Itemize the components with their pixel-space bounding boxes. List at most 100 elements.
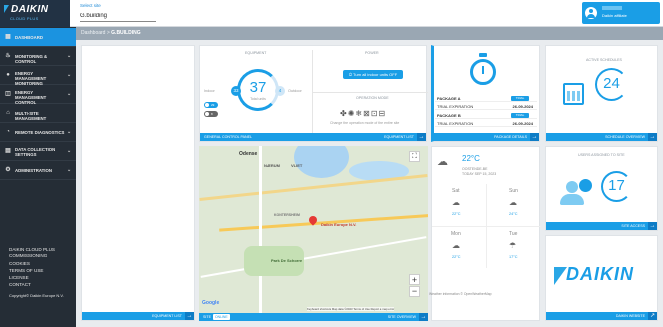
operation-mode-buttons: ✤✺❄⊠⊡⊟: [340, 109, 386, 118]
equipment-list-footer[interactable]: Equipment list →: [82, 312, 194, 320]
sidebar-item-label: Dashboard: [15, 35, 43, 40]
weather-date: TODAY SEP 15, 2023: [462, 172, 497, 176]
diagnostics-icon: ◔: [6, 129, 10, 135]
total-label: Total units: [250, 97, 266, 101]
site-access-link[interactable]: Site access: [621, 224, 645, 228]
day-name: Sat: [452, 188, 460, 194]
cloud-icon: ☁: [452, 241, 460, 250]
schedules-footer[interactable]: Schedule overview →: [546, 133, 657, 141]
turn-off-indoor-button[interactable]: ⏻ Turn all indoor units OFF: [343, 70, 403, 79]
indoor-label: Indoor: [204, 89, 215, 93]
sidebar-item-data-collection[interactable]: ▤ Data Collection Settings ⌄: [0, 142, 76, 161]
off-status-pill: 8 OFF: [204, 111, 218, 122]
footer-link-contact[interactable]: CONTACT: [9, 282, 31, 288]
equipment-list-link[interactable]: Equipment list: [384, 135, 414, 139]
package-b-row: PACKAGE B TRIAL: [435, 112, 537, 119]
expiry-label: TRIAL EXPIRATION: [437, 104, 474, 109]
dry-mode-icon[interactable]: ⊡: [371, 109, 379, 118]
data-icon: ▤: [5, 148, 11, 154]
day-name: Sun: [509, 188, 518, 194]
map-label: Park De Schorre: [271, 258, 303, 263]
site-select-input[interactable]: [80, 11, 156, 22]
top-bar: DAIKIN CLOUD PLUS Select site Daikin aff…: [0, 0, 663, 27]
logo-subtext: CLOUD PLUS: [10, 16, 39, 21]
zoom-out-button[interactable]: −: [409, 286, 420, 297]
map-attribution[interactable]: Keyboard shortcuts Map data ©2023 Terms …: [307, 307, 395, 311]
outdoor-label: Outdoor: [288, 89, 302, 93]
user-icon: [585, 7, 597, 19]
outdoor-count-badge: 4: [275, 86, 285, 96]
weather-place: OOSTENDE-BE: [462, 167, 488, 171]
users-count: 17: [608, 177, 625, 194]
footer-link-license[interactable]: LICENSE: [9, 275, 29, 281]
package-b-expiry-row: TRIAL EXPIRATION 26-09-2024: [435, 120, 537, 127]
arrow-right-icon[interactable]: →: [648, 222, 657, 230]
sidebar-item-remote-diagnostics[interactable]: ◔ Remote Diagnostics ⌄: [0, 123, 76, 142]
site-map[interactable]: Odense NÆRUM VLIET KONTERSHEIM Daikin Eu…: [199, 146, 428, 313]
logo-triangle-icon: [4, 5, 9, 13]
sidebar-item-label: Multi-Site Management: [15, 111, 47, 121]
road: [259, 146, 262, 313]
sidebar-item-label: Administration: [15, 168, 52, 173]
chevron-down-icon: ⌄: [67, 129, 72, 135]
fullscreen-icon[interactable]: ⛶: [409, 151, 420, 162]
day-temp: 24°C: [509, 212, 518, 216]
user-role: Daikin affiliate: [602, 13, 627, 18]
chevron-down-icon: ⌄: [67, 148, 72, 154]
cool-mode-icon[interactable]: ❄: [355, 109, 363, 118]
arrow-right-icon[interactable]: →: [530, 133, 539, 141]
general-control-panel-link[interactable]: General control panel: [204, 135, 252, 139]
copyright: Copyright© Daikin Europe N.V.: [9, 293, 64, 298]
sidebar-item-administration[interactable]: ⚙ Administration ⌄: [0, 161, 76, 180]
equipment-list-link[interactable]: Equipment list: [152, 314, 182, 318]
users-group-icon: [566, 181, 578, 193]
rain-icon: ☂: [509, 241, 517, 250]
logo-text: DAIKIN: [11, 4, 49, 15]
vent-mode-icon[interactable]: ⊟: [379, 109, 387, 118]
footer-link-commissioning[interactable]: DAIKIN CLOUD PLUS COMMISSIONING: [9, 247, 67, 259]
stopwatch-icon: [470, 59, 496, 85]
daikin-website-footer[interactable]: Daikin website ↗: [546, 312, 657, 320]
on-dot-icon: [205, 103, 209, 107]
arrow-right-icon[interactable]: →: [417, 133, 426, 141]
sidebar-item-multi-site[interactable]: ⌂ Multi-Site Management: [0, 104, 76, 123]
footer-link-terms[interactable]: TERMS OF USE: [9, 268, 43, 274]
zoom-in-button[interactable]: +: [409, 274, 420, 285]
package-a-badge: TRIAL: [511, 96, 529, 101]
users-title: Users assigned to site: [578, 153, 625, 157]
sidebar: ▦ Dashboard ♨ Monitoring & Control ⌄ ● E…: [0, 27, 76, 327]
equipment-title: Equipment: [245, 51, 267, 55]
package-b-label: PACKAGE B: [437, 113, 461, 118]
packages-footer[interactable]: Package details →: [434, 133, 539, 141]
road: [199, 174, 428, 201]
arrow-right-icon[interactable]: →: [419, 313, 428, 321]
site-overview-link[interactable]: Site overview: [388, 315, 416, 319]
sidebar-item-monitoring-control[interactable]: ♨ Monitoring & Control ⌄: [0, 47, 76, 66]
off-label: 8 OFF: [211, 112, 217, 122]
auto-mode-icon[interactable]: ⊠: [363, 109, 371, 118]
schedule-overview-link[interactable]: Schedule overview: [605, 135, 645, 139]
breadcrumb-root[interactable]: Dashboard: [81, 30, 105, 36]
online-status-badge: ONLINE: [213, 314, 230, 320]
arrow-right-icon[interactable]: →: [185, 312, 194, 320]
footer-link-cookies[interactable]: COOKIES: [9, 261, 30, 267]
sidebar-item-energy-control[interactable]: ◫ Energy Management Control ⌄: [0, 85, 76, 105]
sidebar-item-dashboard[interactable]: ▦ Dashboard: [0, 28, 76, 47]
site-label: Site: [203, 315, 211, 319]
external-link-icon[interactable]: ↗: [648, 312, 657, 320]
map-label: Daikin Europe N.V.: [321, 222, 357, 227]
daikin-brand-logo: DAIKIN: [566, 264, 634, 284]
users-footer[interactable]: Site access →: [546, 222, 657, 230]
users-card: Users assigned to site 17 Site access →: [545, 146, 658, 231]
package-details-link[interactable]: Package details: [494, 135, 527, 139]
equipment-list-card: Equipment list →: [81, 45, 195, 321]
sidebar-item-energy-monitoring[interactable]: ● Energy Management Monitoring ⌄: [0, 66, 76, 86]
daikin-website-link[interactable]: Daikin website: [616, 314, 645, 318]
fan-mode-icon[interactable]: ✤: [340, 109, 348, 118]
user-menu[interactable]: Daikin affiliate: [582, 2, 660, 24]
daikin-logo[interactable]: DAIKIN CLOUD PLUS: [0, 0, 70, 27]
arrow-right-icon[interactable]: →: [648, 133, 657, 141]
package-a-label: PACKAGE A: [437, 96, 461, 101]
day-temp: 22°C: [452, 255, 461, 259]
map-footer: Site ONLINE Site overview →: [199, 313, 428, 321]
